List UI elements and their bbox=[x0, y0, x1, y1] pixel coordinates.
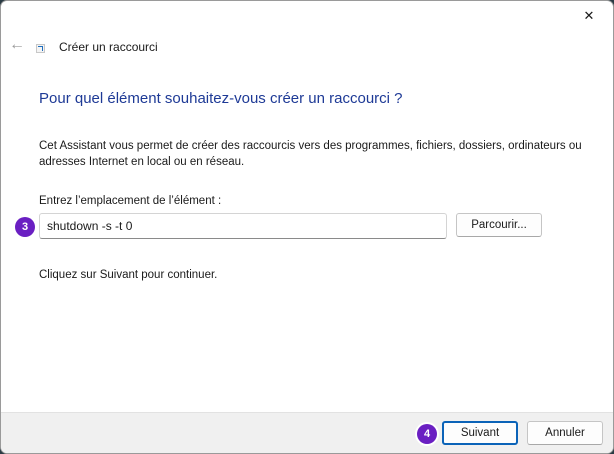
continue-instruction: Cliquez sur Suivant pour continuer. bbox=[39, 269, 218, 281]
wizard-footer: 4 Suivant Annuler bbox=[1, 412, 613, 453]
create-shortcut-window: ✕ ← Créer un raccourci Pour quel élément… bbox=[0, 0, 614, 454]
window-title: Créer un raccourci bbox=[59, 40, 158, 54]
close-icon: ✕ bbox=[583, 8, 595, 23]
next-button[interactable]: Suivant bbox=[442, 421, 518, 445]
cancel-button[interactable]: Annuler bbox=[527, 421, 603, 445]
close-button[interactable]: ✕ bbox=[566, 1, 612, 31]
shortcut-icon bbox=[36, 44, 45, 53]
back-button[interactable]: ← bbox=[7, 35, 27, 55]
page-heading: Pour quel élément souhaitez-vous créer u… bbox=[39, 90, 403, 107]
step-4-badge: 4 bbox=[417, 424, 437, 444]
step-3-badge: 3 bbox=[15, 217, 35, 237]
location-field-label: Entrez l’emplacement de l’élément : bbox=[39, 195, 222, 207]
back-arrow-icon: ← bbox=[9, 36, 25, 53]
location-input[interactable] bbox=[39, 213, 447, 239]
wizard-description: Cet Assistant vous permet de créer des r… bbox=[39, 140, 582, 168]
browse-button[interactable]: Parcourir... bbox=[456, 213, 542, 237]
